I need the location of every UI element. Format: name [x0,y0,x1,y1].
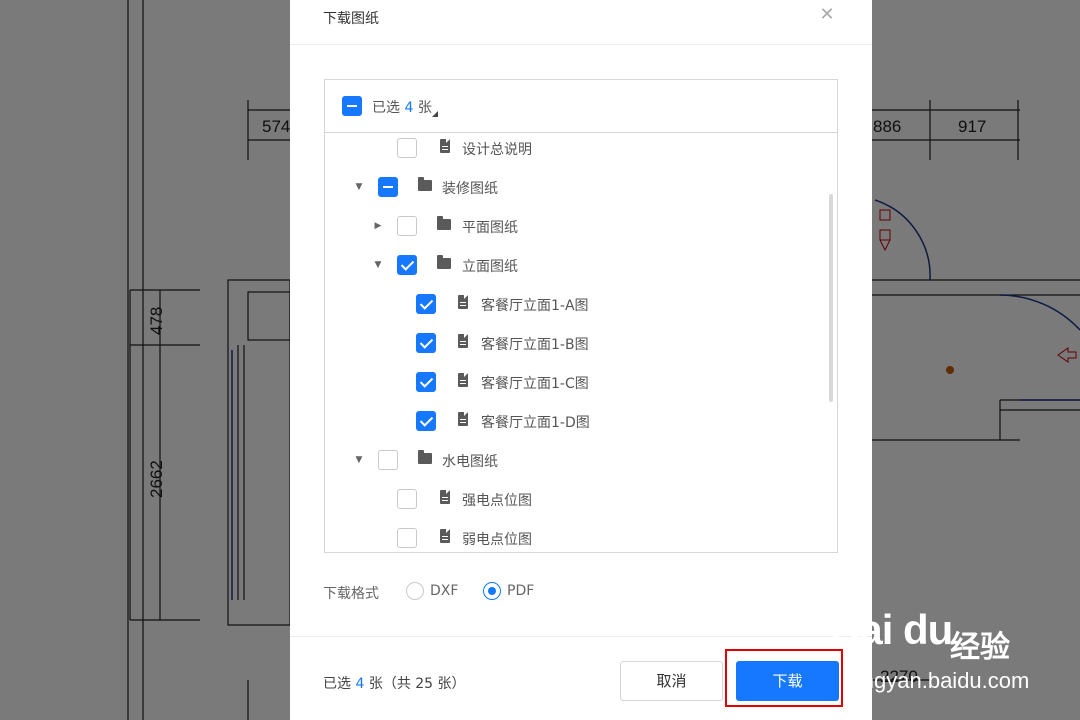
item-checkbox[interactable] [397,528,417,548]
tree-rows: 设计总说明 ▼ 装修图纸 ▶ 平面图纸 ▼ 立面图纸 客餐厅立面1-A图 客餐厅… [325,134,837,552]
file-icon [458,412,468,426]
baidu-jingyan-watermark: Bai du 经验 jingyan.baidu.com [830,600,1080,710]
footer-divider [290,636,872,637]
item-checkbox[interactable] [416,294,436,314]
select-all-checkbox[interactable] [342,96,362,116]
tree-item-label: 客餐厅立面1-B图 [481,337,589,353]
tree-item-label: 客餐厅立面1-A图 [481,298,589,314]
tree-item-decoration-drawings[interactable]: ▼ 装修图纸 [325,168,825,207]
tree-item-label: 设计总说明 [462,142,532,158]
tree-item-elevation-drawings[interactable]: ▼ 立面图纸 [325,246,825,285]
file-icon [440,490,450,504]
format-radio-dxf[interactable] [406,582,424,600]
tree-item-label: 水电图纸 [442,454,498,470]
tree-item-floor-plan-drawings[interactable]: ▶ 平面图纸 [325,207,825,246]
footer-count-prefix: 已选 [323,676,351,692]
drawing-tree: 已选 4 张 设计总说明 ▼ 装修图纸 ▶ 平面图纸 ▼ 立面图纸 客餐厅立面1… [324,79,838,553]
tree-item-weak-current[interactable]: 弱电点位图 [325,519,825,552]
format-label: 下载格式 [323,586,379,602]
tree-item-strong-current[interactable]: 强电点位图 [325,480,825,519]
watermark-logo: Bai du [830,606,953,653]
tree-item-label: 强电点位图 [462,493,532,509]
item-checkbox[interactable] [397,138,417,158]
folder-checkbox[interactable] [397,255,417,275]
download-button-highlight [725,649,843,707]
footer-count-number: 4 [355,676,365,692]
watermark-cn: 经验 [950,630,1010,665]
tree-item-label: 装修图纸 [442,181,498,197]
format-dxf-label[interactable]: DXF [430,583,458,599]
tree-item-label: 客餐厅立面1-D图 [481,415,590,431]
file-icon [440,529,450,543]
format-pdf-label[interactable]: PDF [507,583,534,599]
item-checkbox[interactable] [416,333,436,353]
file-icon [458,334,468,348]
tree-select-all-row[interactable]: 已选 4 张 [325,80,837,133]
footer-selected-count: 已选 4 张（共 25 张） [323,673,466,693]
caret-down-icon[interactable]: ▼ [354,182,364,192]
tree-item-label: 立面图纸 [462,259,518,275]
selected-count: 4 [404,100,414,116]
tree-item-elevation-1a[interactable]: 客餐厅立面1-A图 [325,285,825,324]
tree-item-elevation-1d[interactable]: 客餐厅立面1-D图 [325,402,825,441]
tree-item-label: 弱电点位图 [462,532,532,548]
caret-down-icon[interactable]: ▼ [373,260,383,270]
tree-scrollbar[interactable] [829,194,833,402]
item-checkbox[interactable] [397,489,417,509]
folder-checkbox[interactable] [378,177,398,197]
dialog-title: 下载图纸 [323,11,379,27]
folder-icon [437,216,451,230]
selected-count-label: 已选 4 张 [372,97,432,117]
tree-item-elevation-1c[interactable]: 客餐厅立面1-C图 [325,363,825,402]
item-checkbox[interactable] [416,411,436,431]
tree-item-elevation-1b[interactable]: 客餐厅立面1-B图 [325,324,825,363]
file-icon [458,373,468,387]
caret-down-icon[interactable]: ▼ [354,455,364,465]
tree-item-design-notes[interactable]: 设计总说明 [325,134,825,168]
caret-right-icon[interactable]: ▶ [373,221,383,231]
dialog-header: 下载图纸 ✕ [290,0,872,45]
file-icon [458,295,468,309]
footer-count-suffix: 张（共 25 张） [368,676,466,692]
close-icon[interactable]: ✕ [816,4,838,26]
watermark-url: jingyan.baidu.com [852,668,1030,693]
folder-checkbox[interactable] [397,216,417,236]
item-checkbox[interactable] [416,372,436,392]
selected-prefix: 已选 [372,100,400,116]
selected-suffix: 张 [417,100,432,116]
cancel-button[interactable]: 取消 [620,661,723,701]
download-drawings-dialog: 下载图纸 ✕ 已选 4 张 设计总说明 ▼ 装修图纸 ▶ 平面图纸 ▼ 立面图纸… [290,0,872,720]
format-radio-pdf[interactable] [483,582,501,600]
folder-checkbox[interactable] [378,450,398,470]
folder-icon [418,177,432,191]
tree-item-label: 客餐厅立面1-C图 [481,376,589,392]
folder-icon [437,255,451,269]
resize-handle-icon [432,111,438,117]
tree-item-label: 平面图纸 [462,220,518,236]
file-icon [440,139,450,153]
tree-item-plumbing-electrical[interactable]: ▼ 水电图纸 [325,441,825,480]
folder-icon [418,450,432,464]
